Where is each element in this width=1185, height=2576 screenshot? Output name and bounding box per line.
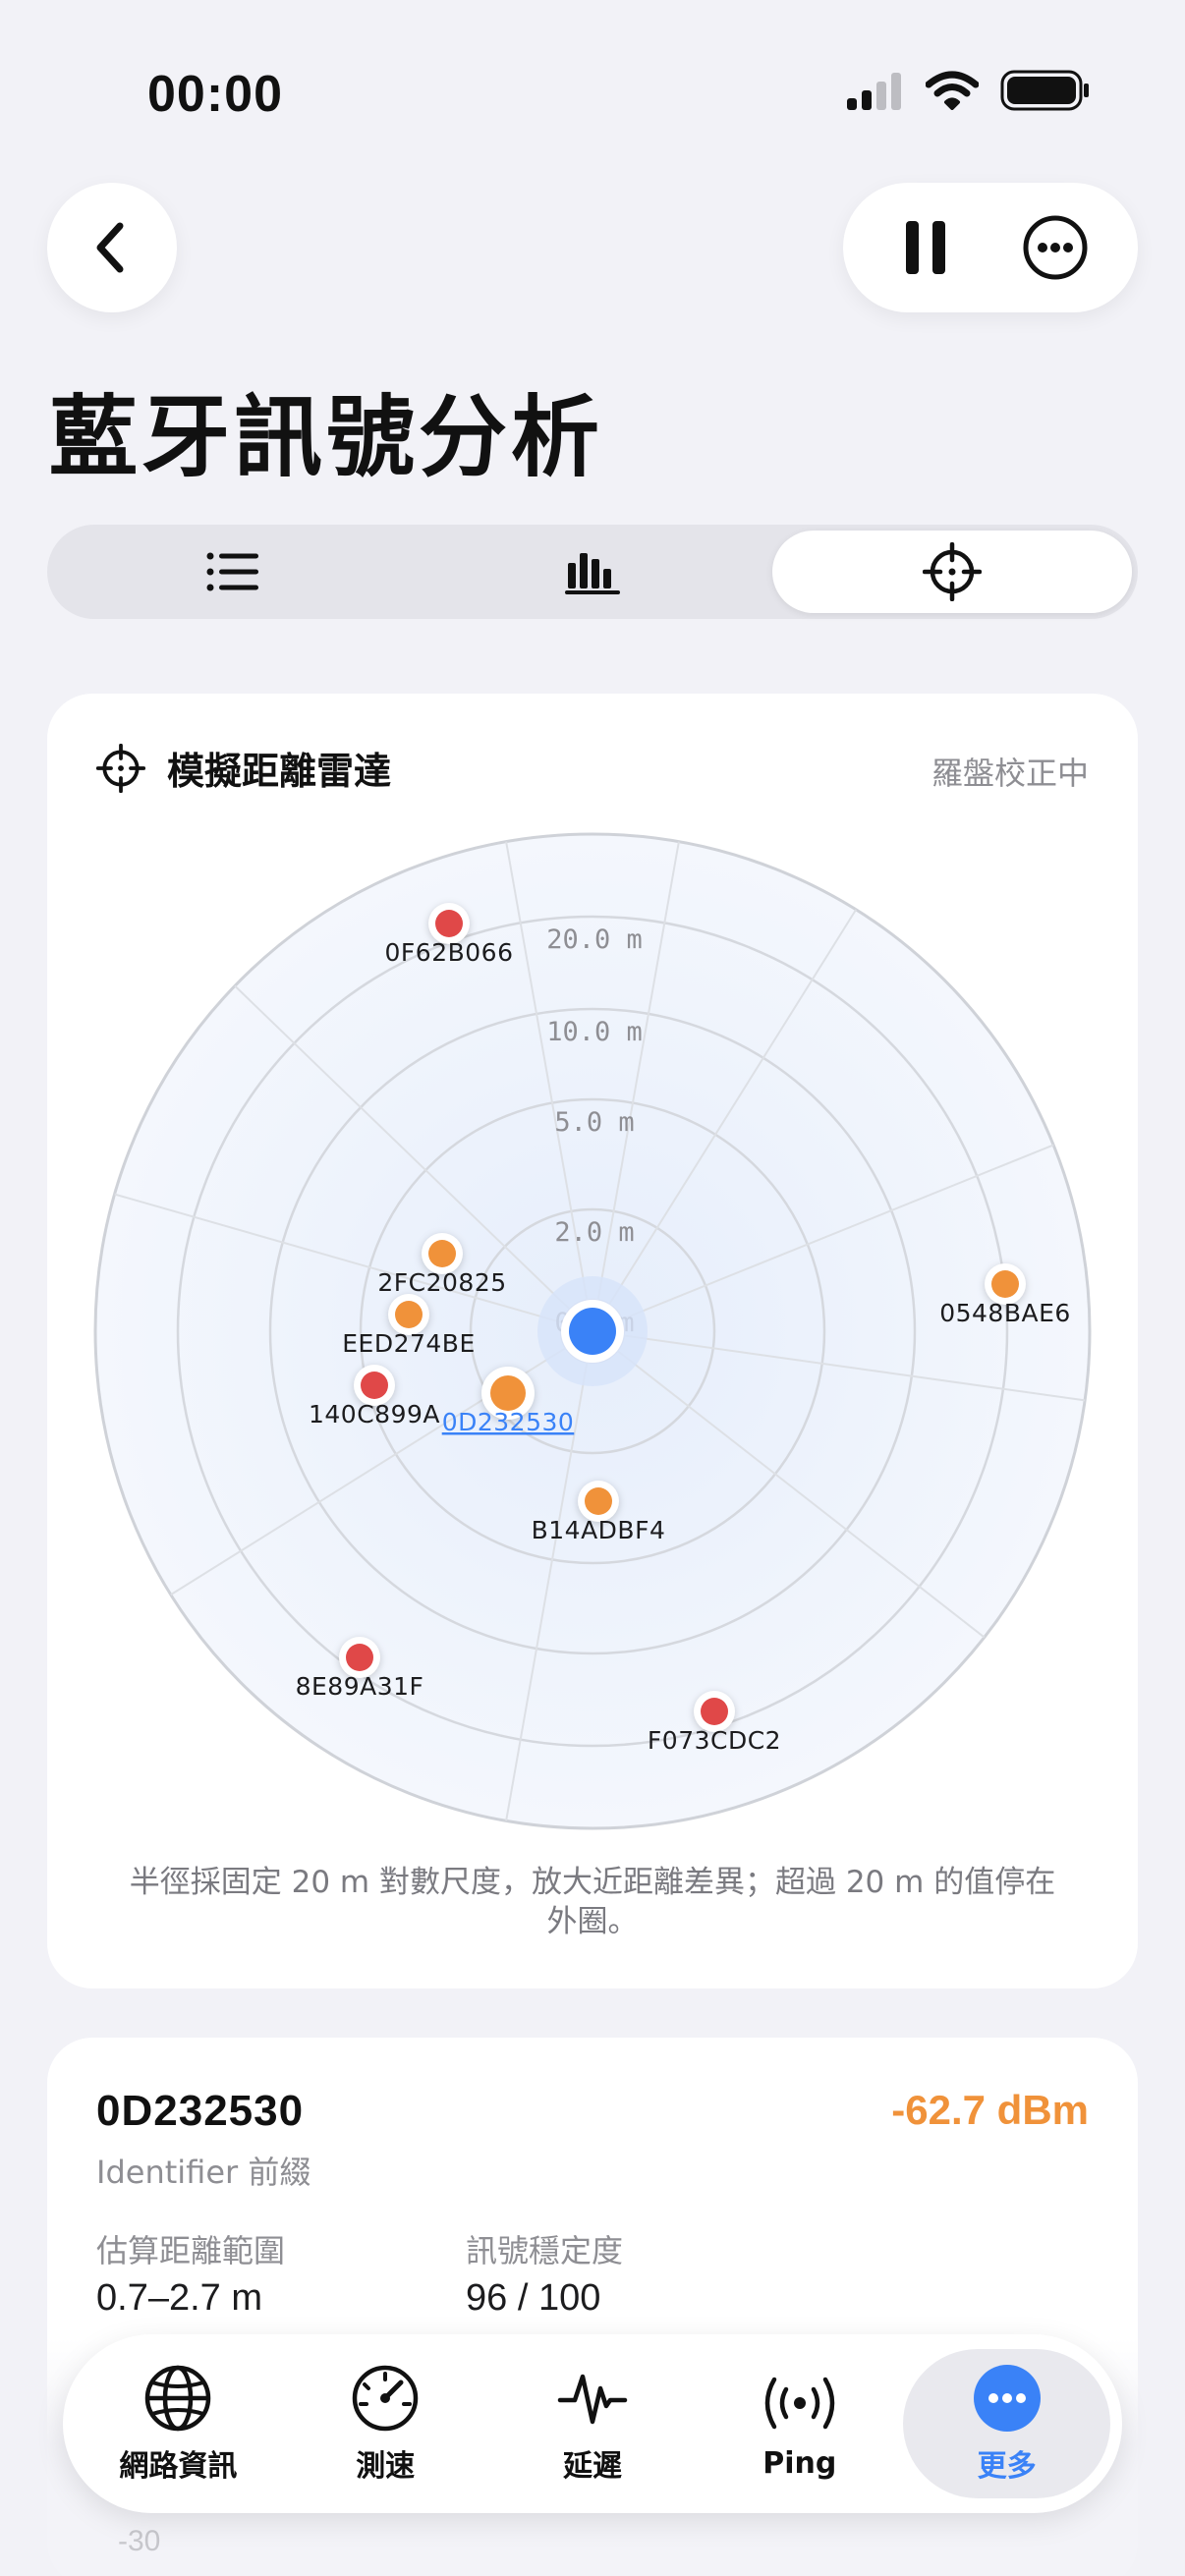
chevron-left-icon — [96, 222, 124, 273]
tab-label: Ping — [762, 2445, 837, 2481]
scope-icon — [923, 542, 982, 601]
tab-latency[interactable]: 延遲 — [489, 2349, 697, 2498]
device-dot — [395, 1301, 423, 1328]
signal-stability-value: 96 / 100 — [466, 2277, 601, 2319]
tab-more[interactable]: 更多 — [903, 2349, 1110, 2498]
device-label: 140C899A — [309, 1400, 440, 1428]
waveform-icon — [557, 2374, 628, 2425]
device-dot — [346, 1644, 373, 1671]
tab-label: 延遲 — [562, 2449, 622, 2484]
tab-label: 測速 — [356, 2449, 416, 2484]
radar-card: 模擬距離雷達 羅盤校正中 20.0 m10.0 m5.0 m2.0 m0.5 m… — [47, 694, 1138, 1988]
device-dot — [701, 1698, 728, 1725]
more-icon — [973, 2365, 1041, 2432]
segment-list-view[interactable] — [53, 531, 413, 613]
device-label: B14ADBF4 — [532, 1516, 666, 1544]
tab-ping[interactable]: Ping — [696, 2349, 903, 2498]
ring-distance-label: 20.0 m — [546, 924, 643, 955]
device-label: EED274BE — [342, 1329, 476, 1358]
bar-chart-icon — [565, 553, 620, 594]
chart-axis-tick: -30 — [118, 2525, 161, 2557]
device-label: F073CDC2 — [648, 1726, 781, 1755]
ring-distance-label: 10.0 m — [546, 1017, 643, 1047]
device-dot — [428, 1240, 456, 1267]
speedometer-icon — [352, 2365, 419, 2432]
device-label: 0D232530 — [442, 1408, 575, 1436]
list-icon — [206, 552, 258, 591]
more-options-button[interactable] — [1001, 194, 1109, 302]
device-label: 8E89A31F — [296, 1672, 424, 1701]
distance-radar: 20.0 m10.0 m5.0 m2.0 m0.5 m 0F62B0660548… — [93, 832, 1092, 1830]
pause-button[interactable] — [872, 194, 980, 302]
globe-icon — [145, 2365, 211, 2432]
radar-scale-note: 半徑採固定 20 m 對數尺度，放大近距離差異；超過 20 m 的值停在外圈。 — [129, 1865, 1056, 1939]
tab-label: 網路資訊 — [119, 2449, 238, 2484]
device-label: 0F62B066 — [385, 938, 514, 967]
status-icons — [847, 69, 1091, 112]
battery-icon — [1000, 70, 1089, 111]
toolbar-actions — [843, 183, 1138, 312]
device-dot — [361, 1372, 388, 1399]
tab-network-info[interactable]: 網路資訊 — [75, 2349, 282, 2498]
device-dot — [585, 1487, 612, 1515]
view-mode-segmented-control — [47, 525, 1138, 619]
tab-bar: 網路資訊 測速 延遲 Ping 更多 — [63, 2334, 1122, 2513]
tab-speed-test[interactable]: 測速 — [282, 2349, 489, 2498]
selected-device-id: 0D232530 — [96, 2087, 305, 2135]
cellular-signal-icon — [847, 73, 901, 110]
ring-distance-label: 5.0 m — [554, 1107, 634, 1138]
tab-label: 更多 — [977, 2449, 1037, 2484]
ring-distance-label: 2.0 m — [554, 1217, 634, 1248]
device-label: 2FC20825 — [377, 1268, 506, 1297]
page-title: 藍牙訊號分析 — [49, 386, 603, 489]
device-dot — [435, 910, 463, 937]
selected-device-subtitle: Identifier 前綴 — [96, 2154, 311, 2191]
device-label: 0548BAE6 — [939, 1299, 1071, 1327]
device-dot — [991, 1270, 1019, 1298]
segment-chart-view[interactable] — [413, 531, 772, 613]
segment-radar-view[interactable] — [772, 531, 1132, 613]
user-location-marker — [569, 1308, 616, 1355]
distance-range-label: 估算距離範圍 — [96, 2232, 286, 2269]
device-dot — [490, 1375, 526, 1411]
ellipsis-circle-icon — [1023, 215, 1088, 280]
status-time: 00:00 — [147, 66, 283, 123]
status-bar: 00:00 — [0, 0, 1185, 187]
rssi-value: -62.7 dBm — [891, 2087, 1089, 2133]
distance-range-value: 0.7–2.7 m — [96, 2277, 262, 2319]
wifi-icon — [926, 71, 979, 110]
signal-stability-label: 訊號穩定度 — [466, 2232, 624, 2269]
pause-icon — [906, 221, 945, 274]
antenna-icon — [764, 2377, 835, 2429]
back-button[interactable] — [47, 183, 177, 312]
